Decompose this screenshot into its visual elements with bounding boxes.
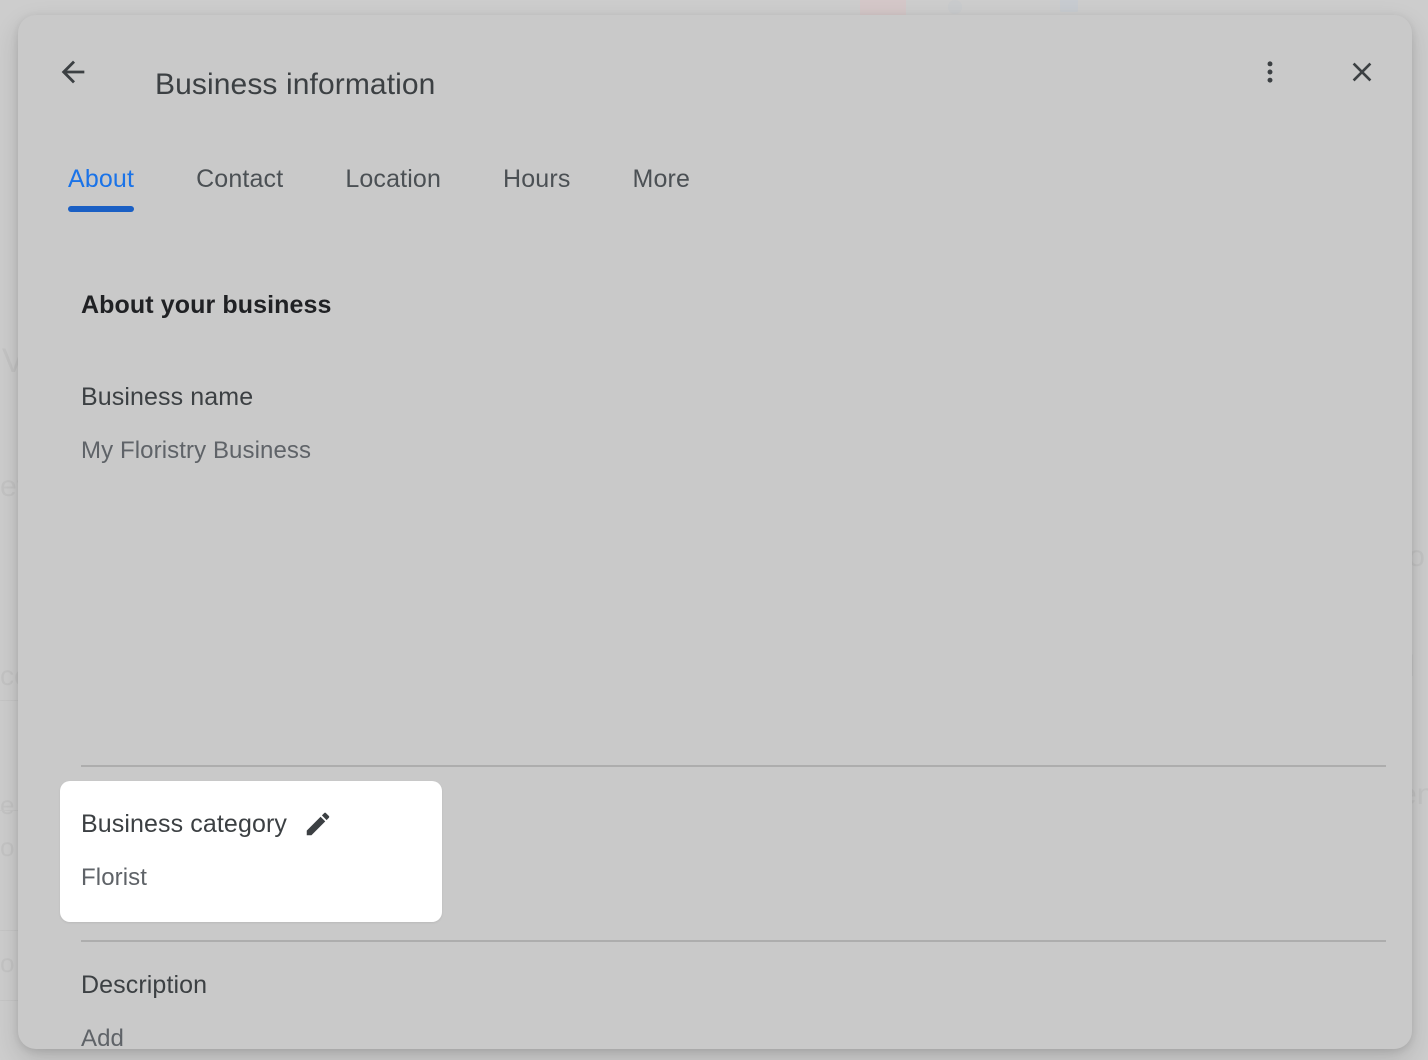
section-title: About your business [81, 291, 332, 320]
backdrop-divider [0, 810, 18, 811]
tab-about[interactable]: About [68, 165, 134, 212]
backdrop-text: e [0, 790, 15, 821]
arrow-left-icon [56, 55, 90, 89]
page-title: Business information [155, 65, 435, 105]
backdrop-decoration [948, 0, 962, 14]
tab-more[interactable]: More [632, 165, 690, 212]
backdrop-decoration [1060, 0, 1078, 12]
tab-location[interactable]: Location [345, 165, 441, 212]
backdrop-divider [0, 1000, 18, 1001]
field-description[interactable]: Description Add [60, 969, 1390, 1049]
field-description-value[interactable]: Add [81, 1024, 1390, 1049]
field-business-category[interactable]: Business category Florist [60, 781, 1390, 922]
dialog-header: Business information [18, 15, 1412, 127]
field-business-name-value: My Floristry Business [81, 436, 1390, 466]
close-icon [1346, 56, 1378, 88]
backdrop-divider [0, 930, 18, 931]
field-divider [81, 940, 1386, 942]
field-business-category-label-row: Business category [81, 808, 442, 840]
field-description-inner: Description Add [60, 969, 1390, 1049]
backdrop-divider [0, 700, 18, 701]
overflow-menu-button[interactable] [1246, 48, 1294, 96]
business-information-dialog: Business information About Contact Locat… [18, 15, 1412, 1049]
tab-bar: About Contact Location Hours More [68, 165, 690, 212]
field-business-name-inner: Business name My Floristry Business [60, 381, 1390, 466]
pencil-edit-icon[interactable] [303, 809, 333, 839]
field-divider [81, 765, 1386, 767]
backdrop-text: o [0, 832, 15, 863]
field-business-category-value: Florist [81, 863, 442, 893]
field-business-category-label: Business category [81, 808, 287, 840]
field-business-name-label: Business name [81, 381, 1390, 413]
field-description-label: Description [81, 969, 1390, 1001]
back-button[interactable] [49, 48, 97, 96]
more-vert-icon [1256, 58, 1284, 86]
dialog-body: About your business Business name My Flo… [18, 263, 1412, 1049]
field-business-category-card[interactable]: Business category Florist [60, 781, 442, 922]
backdrop-text: o [0, 948, 15, 979]
field-business-name[interactable]: Business name My Floristry Business [60, 381, 1390, 466]
tab-hours[interactable]: Hours [503, 165, 570, 212]
tab-contact[interactable]: Contact [196, 165, 283, 212]
close-button[interactable] [1338, 48, 1386, 96]
